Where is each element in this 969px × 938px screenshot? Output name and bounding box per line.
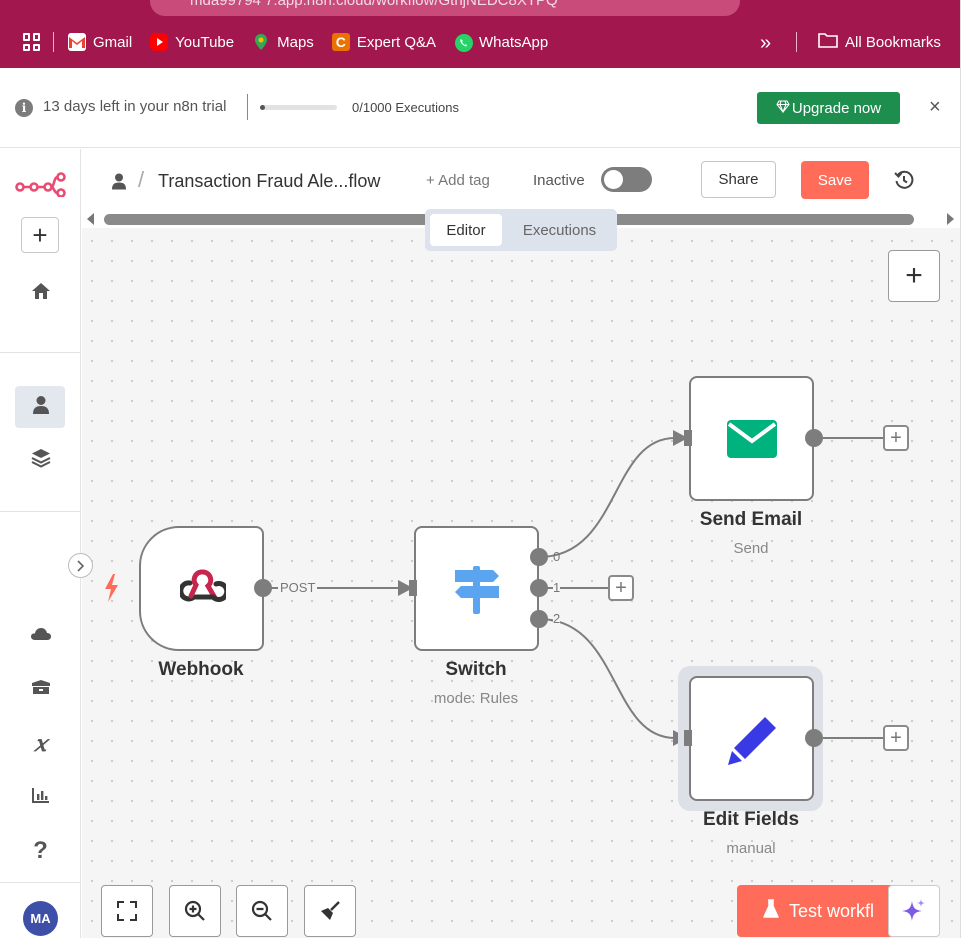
switch-input-port[interactable] [409, 580, 417, 596]
email-input-port[interactable] [684, 430, 692, 446]
switch-output-port-2[interactable] [530, 610, 548, 628]
switch-port-label-0: 0 [553, 549, 561, 564]
email-output-port[interactable] [805, 429, 823, 447]
flask-icon [763, 898, 779, 924]
webhook-output-port[interactable] [254, 579, 272, 597]
expand-sidebar-chevron-icon[interactable] [68, 553, 93, 578]
zoom-out-icon [251, 900, 272, 921]
add-node-plus-email[interactable]: + [883, 425, 909, 451]
zoom-to-fit-button[interactable] [101, 885, 153, 937]
webhook-port-label: POST [278, 580, 318, 595]
add-node-plus-switch-1[interactable]: + [608, 575, 634, 601]
fit-view-icon [117, 901, 137, 921]
switch-output-port-1[interactable] [530, 579, 548, 597]
broom-icon [321, 901, 340, 920]
switch-port-label-1: 1 [553, 580, 561, 595]
tidy-up-button[interactable] [304, 885, 356, 937]
node-ports [254, 429, 823, 747]
zoom-in-icon [184, 900, 205, 921]
zoom-in-button[interactable] [169, 885, 221, 937]
edit-input-port[interactable] [684, 730, 692, 746]
switch-output-port-0[interactable] [530, 548, 548, 566]
test-workflow-button[interactable]: Test workfl [737, 885, 897, 937]
ai-assistant-button[interactable] [888, 885, 940, 937]
test-workflow-label: Test workfl [789, 900, 875, 921]
sparkle-icon [902, 899, 925, 921]
switch-port-label-2: 2 [553, 611, 561, 626]
zoom-out-button[interactable] [236, 885, 288, 937]
edit-output-port[interactable] [805, 729, 823, 747]
add-node-plus-edit[interactable]: + [883, 725, 909, 751]
